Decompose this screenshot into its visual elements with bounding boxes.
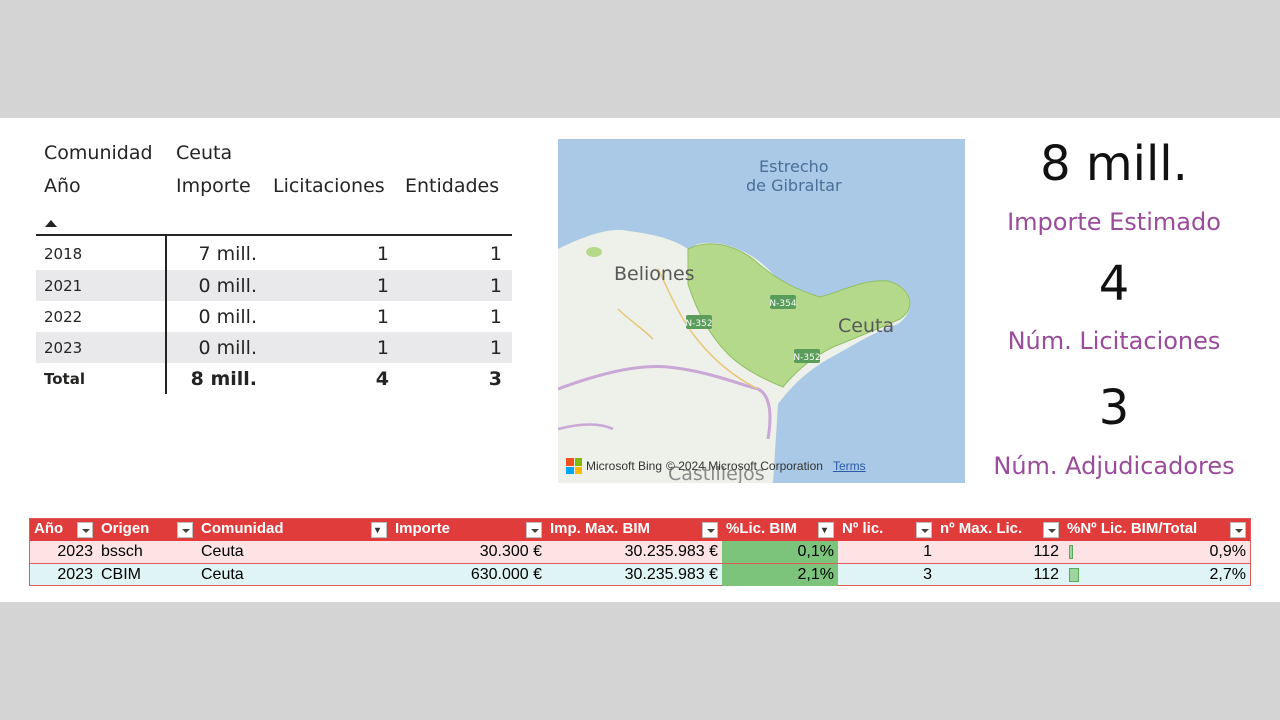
kpi-licitaciones-value: 4 [1098, 256, 1130, 312]
sort-ascending-icon[interactable] [45, 220, 57, 227]
strait-label: Estrecho de Gibraltar [746, 157, 842, 195]
kpi-importe-value: 8 mill. [1040, 136, 1188, 192]
header-comunidad[interactable]: Comunidad [197, 519, 391, 541]
total-entidades: 3 [488, 368, 502, 390]
road-label: N-352 [685, 319, 712, 329]
pct-total-value: 2,7% [1209, 566, 1246, 583]
cell-importe[interactable]: 630.000 € [391, 564, 546, 586]
kpi-adjudicadores-label: Núm. Adjudicadores [993, 452, 1235, 480]
sort-descending-icon[interactable] [818, 522, 834, 538]
cell-max-bim[interactable]: 30.235.983 € [546, 541, 722, 563]
total-licitaciones: 4 [375, 368, 389, 390]
column-header-licitaciones[interactable]: Licitaciones [273, 175, 385, 197]
kpi-importe-label: Importe Estimado [1007, 208, 1221, 236]
filter-dropdown-icon[interactable] [77, 522, 93, 538]
row-importe: 7 mill. [198, 243, 257, 265]
header-origen[interactable]: Origen [97, 519, 197, 541]
header-ano[interactable]: Año [30, 519, 97, 541]
cell-pct-total[interactable]: 2,7% [1063, 564, 1250, 586]
cell-max-bim[interactable]: 30.235.983 € [546, 564, 722, 586]
header-n-lic[interactable]: Nº lic. [838, 519, 936, 541]
table-row[interactable]: 2022 0 mill. 1 1 [36, 301, 512, 332]
filter-value: Ceuta [176, 142, 233, 164]
header-divider [36, 234, 512, 236]
data-bar [1069, 545, 1073, 559]
header-importe[interactable]: Importe [391, 519, 546, 541]
road-label: N-354 [769, 299, 796, 309]
map-copyright: © 2024 Microsoft Corporation [666, 459, 823, 473]
column-header-year[interactable]: Año [44, 175, 81, 197]
row-header-divider [165, 236, 167, 394]
data-bar [1069, 568, 1079, 582]
pct-total-value: 0,9% [1209, 543, 1246, 560]
cell-comunidad[interactable]: Ceuta [197, 541, 391, 563]
report-canvas: Comunidad Ceuta Año Importe Licitaciones… [0, 118, 1280, 602]
table-row[interactable]: 2021 0 mill. 1 1 [36, 270, 512, 301]
row-licitaciones: 1 [376, 275, 389, 297]
header-pct-total[interactable]: %Nº Lic. BIM/Total [1063, 519, 1250, 541]
row-importe: 0 mill. [198, 306, 257, 328]
row-year: 2018 [44, 245, 83, 263]
map-view[interactable]: N-352 N-354 N-352 Estrecho de Gibraltar … [558, 139, 965, 483]
table-row[interactable]: 2023 CBIM Ceuta 630.000 € 30.235.983 € 2… [30, 563, 1250, 586]
cell-max-lic[interactable]: 112 [936, 541, 1063, 563]
table-row[interactable]: 2023 0 mill. 1 1 [36, 332, 512, 363]
filter-applied-icon[interactable] [371, 522, 387, 538]
column-header-importe[interactable]: Importe [176, 175, 251, 197]
row-importe: 0 mill. [198, 337, 257, 359]
filter-dropdown-icon[interactable] [702, 522, 718, 538]
road-label: N-352 [793, 353, 820, 363]
map-provider: Microsoft Bing [586, 459, 663, 473]
cell-max-lic[interactable]: 112 [936, 564, 1063, 586]
excel-header-row: Año Origen Comunidad Importe Imp. Max. B… [30, 519, 1250, 541]
filter-label: Comunidad [44, 142, 153, 164]
row-year: 2022 [44, 308, 83, 326]
filter-dropdown-icon[interactable] [1230, 522, 1246, 538]
row-entidades: 1 [489, 243, 502, 265]
row-year: 2021 [44, 277, 83, 295]
map-attribution: Microsoft Bing © 2024 Microsoft Corporat… [566, 458, 866, 474]
table-row[interactable]: 2018 7 mill. 1 1 [36, 238, 512, 269]
filter-dropdown-icon[interactable] [916, 522, 932, 538]
total-row: Total 8 mill. 4 3 [36, 363, 512, 394]
terms-link[interactable]: Terms [833, 459, 866, 473]
filter-dropdown-icon[interactable] [526, 522, 542, 538]
filter-dropdown-icon[interactable] [1043, 522, 1059, 538]
table-row[interactable]: 2023 bssch Ceuta 30.300 € 30.235.983 € 0… [30, 541, 1250, 563]
header-imp-max-bim[interactable]: Imp. Max. BIM [546, 519, 722, 541]
city-label-beliones: Beliones [614, 263, 695, 285]
cell-pct-bim[interactable]: 0,1% [722, 541, 838, 563]
row-importe: 0 mill. [198, 275, 257, 297]
total-label: Total [44, 370, 85, 388]
row-licitaciones: 1 [376, 306, 389, 328]
city-label-ceuta: Ceuta [838, 315, 895, 337]
excel-table: Año Origen Comunidad Importe Imp. Max. B… [29, 518, 1251, 586]
cell-year[interactable]: 2023 [30, 541, 97, 563]
column-header-entidades[interactable]: Entidades [405, 175, 499, 197]
cell-comunidad[interactable]: Ceuta [197, 564, 391, 586]
total-importe: 8 mill. [190, 368, 257, 390]
kpi-licitaciones-label: Núm. Licitaciones [1007, 327, 1221, 355]
row-licitaciones: 1 [376, 243, 389, 265]
cell-n-lic[interactable]: 3 [838, 564, 936, 586]
cell-year[interactable]: 2023 [30, 564, 97, 586]
microsoft-logo-icon [566, 458, 582, 474]
row-year: 2023 [44, 339, 83, 357]
cell-n-lic[interactable]: 1 [838, 541, 936, 563]
cell-pct-total[interactable]: 0,9% [1063, 541, 1250, 563]
cell-importe[interactable]: 30.300 € [391, 541, 546, 563]
header-max-lic[interactable]: nº Max. Lic. [936, 519, 1063, 541]
cell-origen[interactable]: CBIM [97, 564, 197, 586]
row-entidades: 1 [489, 306, 502, 328]
row-entidades: 1 [489, 337, 502, 359]
cell-pct-bim[interactable]: 2,1% [722, 564, 838, 586]
cell-origen[interactable]: bssch [97, 541, 197, 563]
header-pct-lic-bim[interactable]: %Lic. BIM [722, 519, 838, 541]
row-entidades: 1 [489, 275, 502, 297]
kpi-adjudicadores-value: 3 [1098, 380, 1130, 436]
row-licitaciones: 1 [376, 337, 389, 359]
filter-dropdown-icon[interactable] [177, 522, 193, 538]
